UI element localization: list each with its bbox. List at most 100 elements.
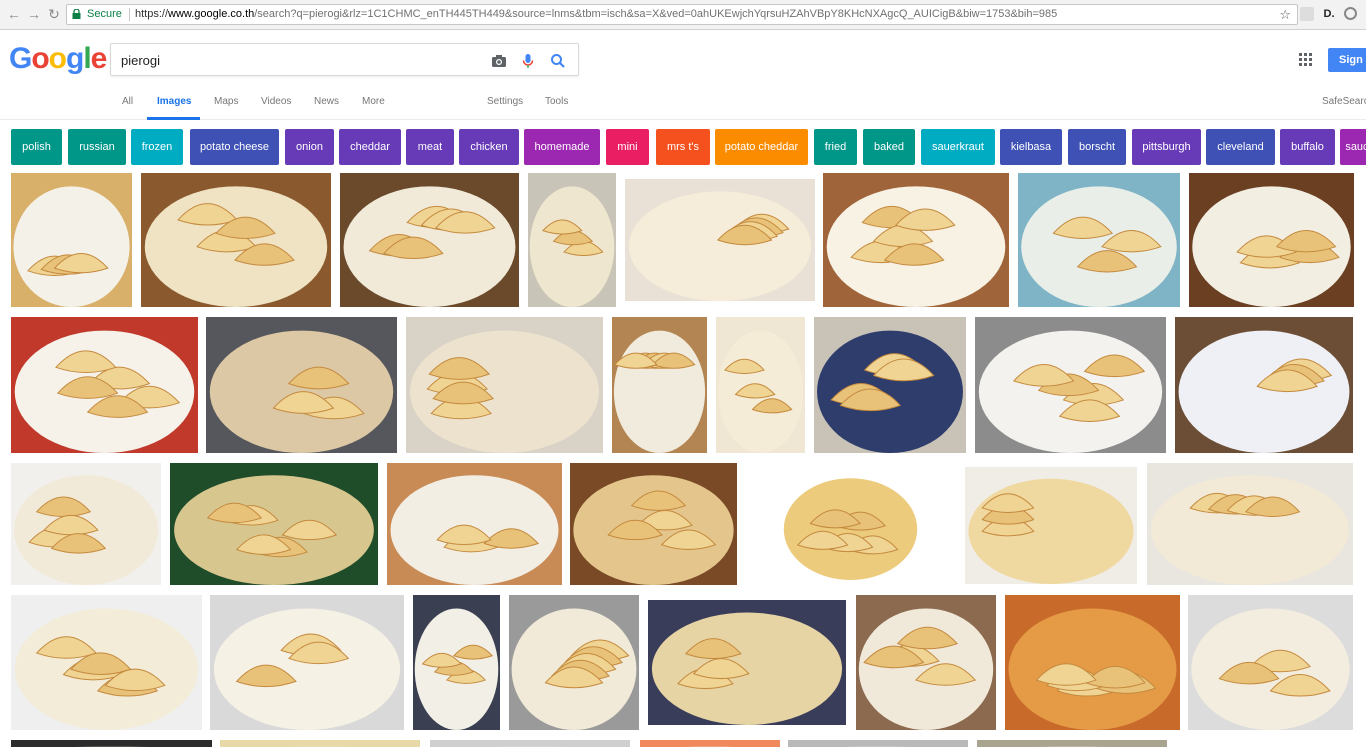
image-result[interactable] xyxy=(406,317,603,453)
image-result[interactable] xyxy=(141,173,331,307)
tab-news[interactable]: News xyxy=(314,96,339,107)
chip-homemade[interactable]: homemade xyxy=(524,129,600,165)
image-result[interactable] xyxy=(823,173,1009,307)
star-icon[interactable]: ☆ xyxy=(1279,5,1291,24)
image-result[interactable] xyxy=(814,317,966,453)
image-result[interactable] xyxy=(965,467,1137,584)
search-input[interactable] xyxy=(121,51,481,69)
chip-onion[interactable]: onion xyxy=(285,129,334,165)
url-path: /search?q=pierogi&rlz=1C1CHMC_enTH445TH4… xyxy=(254,8,1058,20)
image-result[interactable] xyxy=(788,740,968,747)
image-result[interactable] xyxy=(716,317,805,453)
address-divider xyxy=(129,8,130,21)
image-result[interactable] xyxy=(413,595,500,730)
image-result[interactable] xyxy=(570,463,737,585)
tab-all[interactable]: All xyxy=(122,96,133,107)
image-result[interactable] xyxy=(11,317,198,453)
pierogi-photo xyxy=(1178,330,1350,453)
pierogi-photo xyxy=(14,330,195,453)
image-result[interactable] xyxy=(640,740,780,747)
chip-chicken[interactable]: chicken xyxy=(459,129,519,165)
chip-buffalo[interactable]: buffalo xyxy=(1280,129,1335,165)
pierogi-photo xyxy=(14,608,199,730)
lock-icon xyxy=(72,9,81,19)
search-icon[interactable] xyxy=(549,52,567,70)
image-result[interactable] xyxy=(220,740,420,747)
tab-more[interactable]: More xyxy=(362,96,385,107)
reload-icon[interactable]: ↻ xyxy=(46,6,62,22)
image-result[interactable] xyxy=(1018,173,1180,307)
pierogi-photo xyxy=(213,608,401,730)
chip-cleveland[interactable]: cleveland xyxy=(1206,129,1275,165)
chip-polish[interactable]: polish xyxy=(11,129,62,165)
pierogi-photo xyxy=(343,186,516,307)
image-result[interactable] xyxy=(1005,595,1180,730)
image-result[interactable] xyxy=(977,740,1167,747)
pierogi-photo xyxy=(209,330,394,453)
chip-fried[interactable]: fried xyxy=(814,129,857,165)
globe-icon[interactable] xyxy=(1344,7,1357,20)
pierogi-photo xyxy=(1192,186,1351,307)
chip-russian[interactable]: russian xyxy=(68,129,126,165)
secure-label: Secure xyxy=(87,8,122,20)
pierogi-photo xyxy=(409,330,600,453)
tab-images[interactable]: Images xyxy=(157,96,191,107)
image-result[interactable] xyxy=(210,595,404,730)
chip-sauerkraut[interactable]: sauerkraut xyxy=(921,129,995,165)
image-result[interactable] xyxy=(975,317,1166,453)
image-result[interactable] xyxy=(612,317,707,453)
image-result[interactable] xyxy=(387,463,562,585)
image-result[interactable] xyxy=(1189,173,1354,307)
google-logo[interactable]: Google xyxy=(9,42,107,76)
active-tab-indicator xyxy=(147,117,200,120)
image-result[interactable] xyxy=(206,317,397,453)
tab-maps[interactable]: Maps xyxy=(214,96,238,107)
pierogi-photo xyxy=(1008,608,1177,730)
tab-tools[interactable]: Tools xyxy=(545,96,568,107)
chip-sauce[interactable]: sauce xyxy=(1340,129,1366,165)
image-result[interactable] xyxy=(648,600,846,725)
chip-borscht[interactable]: borscht xyxy=(1068,129,1126,165)
tab-settings[interactable]: Settings xyxy=(487,96,523,107)
image-result[interactable] xyxy=(11,463,161,585)
image-result[interactable] xyxy=(11,173,132,307)
image-result[interactable] xyxy=(528,173,616,307)
back-arrow-icon[interactable]: ← xyxy=(6,6,22,22)
image-result[interactable] xyxy=(11,595,202,730)
image-result[interactable] xyxy=(170,463,378,585)
apps-grid-icon[interactable] xyxy=(1299,53,1312,66)
image-result[interactable] xyxy=(430,740,630,747)
chip-mini[interactable]: mini xyxy=(606,129,649,165)
extension-icon[interactable] xyxy=(1300,7,1314,21)
microphone-icon[interactable] xyxy=(519,52,537,70)
image-result[interactable] xyxy=(509,595,639,730)
chip-baked[interactable]: baked xyxy=(863,129,915,165)
pierogi-photo xyxy=(628,191,812,301)
chip-potato-cheddar[interactable]: potato cheddar xyxy=(715,129,808,165)
chip-potato-cheese[interactable]: potato cheese xyxy=(190,129,279,165)
image-result[interactable] xyxy=(1147,463,1353,585)
chip-frozen[interactable]: frozen xyxy=(131,129,183,165)
address-bar[interactable]: Secure https://www.google.co.th/search?q… xyxy=(66,4,1298,25)
image-result[interactable] xyxy=(781,467,920,580)
pierogi-photo xyxy=(817,330,963,453)
chip-meat[interactable]: meat xyxy=(406,129,454,165)
image-result[interactable] xyxy=(11,740,212,747)
chip-mrs-t-s[interactable]: mrs t's xyxy=(656,129,710,165)
image-result[interactable] xyxy=(340,173,519,307)
forward-arrow-icon[interactable]: → xyxy=(26,6,42,22)
chip-kielbasa[interactable]: kielbasa xyxy=(1000,129,1062,165)
tab-videos[interactable]: Videos xyxy=(261,96,291,107)
image-result[interactable] xyxy=(625,179,815,301)
pierogi-photo xyxy=(651,612,843,725)
image-result[interactable] xyxy=(856,595,996,730)
extension-d-icon[interactable]: D. xyxy=(1322,7,1336,21)
chip-cheddar[interactable]: cheddar xyxy=(339,129,401,165)
sign-in-button[interactable]: Sign in xyxy=(1328,48,1366,72)
image-result[interactable] xyxy=(1188,595,1353,730)
search-tabs: All Images Maps Videos News More Setting… xyxy=(0,86,1366,120)
safesearch-link[interactable]: SafeSearch xyxy=(1322,96,1366,107)
image-result[interactable] xyxy=(1175,317,1353,453)
chip-pittsburgh[interactable]: pittsburgh xyxy=(1132,129,1201,165)
camera-icon[interactable] xyxy=(490,52,508,70)
